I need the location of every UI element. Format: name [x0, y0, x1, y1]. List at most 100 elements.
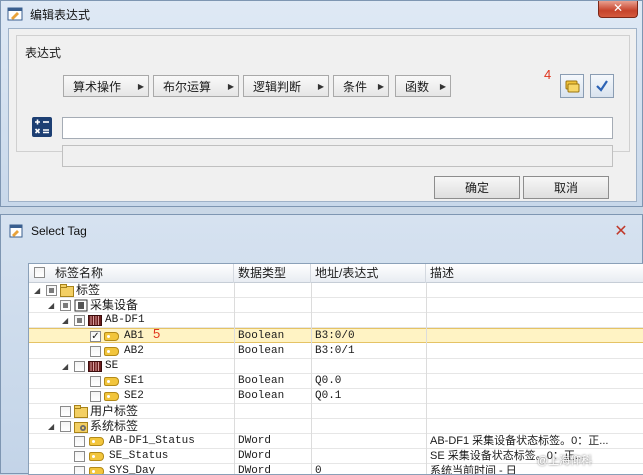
row-description: SE 采集设备状态标签。0：正...	[430, 450, 585, 462]
row-checkbox[interactable]	[74, 315, 85, 326]
expand-arrow-icon[interactable]: ◢	[62, 362, 68, 371]
function-menu-button[interactable]: 函数 ▶	[395, 75, 451, 97]
tag-icon	[89, 452, 104, 461]
row-address: B3:0/0	[315, 330, 355, 342]
row-checkbox[interactable]	[74, 451, 85, 462]
row-description: AB-DF1 采集设备状态标签。0：正...	[430, 435, 609, 447]
edit-expression-dialog: 编辑表达式 ✕ 表达式 算术操作 ▶ 布尔运算 ▶ 逻辑判断 ▶ 条件 ▶ 函数	[0, 0, 643, 207]
column-header-name[interactable]: 标签名称	[29, 264, 234, 283]
condition-menu-button[interactable]: 条件 ▶	[333, 75, 389, 97]
row-name: 系统标签	[90, 419, 139, 433]
expand-arrow-icon[interactable]: ◢	[48, 422, 54, 431]
close-button[interactable]: ✕	[608, 219, 634, 241]
menu-label: 函数	[405, 79, 430, 94]
column-header-type[interactable]: 数据类型	[234, 264, 311, 283]
tree-row-collection-devices[interactable]: ◢ 采集设备	[29, 298, 643, 313]
row-checkbox[interactable]	[90, 376, 101, 387]
arithmetic-menu-button[interactable]: 算术操作 ▶	[63, 75, 149, 97]
row-checkbox[interactable]	[60, 406, 71, 417]
tree-row-ab2[interactable]: AB2 Boolean B3:0/1	[29, 344, 643, 359]
row-type: Boolean	[238, 375, 285, 387]
expression-input[interactable]	[62, 117, 613, 139]
tag-icon	[104, 377, 119, 386]
menu-label: 逻辑判断	[253, 79, 302, 94]
row-type: DWord	[238, 465, 272, 475]
select-tag-button[interactable]	[560, 74, 584, 98]
row-name: SE2	[124, 390, 144, 402]
row-address: Q0.0	[315, 375, 342, 387]
expand-arrow-icon[interactable]: ◢	[48, 301, 54, 310]
row-name: SYS_Day	[109, 465, 156, 475]
row-checkbox[interactable]	[46, 285, 57, 296]
row-type: DWord	[238, 450, 272, 462]
menu-label: 布尔运算	[163, 79, 212, 94]
row-checkbox[interactable]	[60, 300, 71, 311]
row-checkbox-checked[interactable]: ✓	[90, 331, 101, 342]
row-type: Boolean	[238, 390, 285, 402]
row-type: Boolean	[238, 330, 285, 342]
tag-icon	[89, 437, 104, 446]
row-address: B3:0/1	[315, 345, 355, 357]
expand-arrow-icon[interactable]: ◢	[62, 316, 68, 325]
chevron-right-icon: ▶	[377, 82, 384, 91]
row-name: AB-DF1	[105, 314, 145, 326]
row-name: SE_Status	[109, 450, 169, 462]
column-divider	[426, 283, 427, 474]
expression-group: 表达式 算术操作 ▶ 布尔运算 ▶ 逻辑判断 ▶ 条件 ▶ 函数 ▶ 4	[16, 35, 630, 167]
folder-system-icon	[74, 420, 88, 433]
tree-row-ab-df1[interactable]: ◢ AB-DF1	[29, 313, 643, 328]
tree-row-se1[interactable]: SE1 Boolean Q0.0	[29, 374, 643, 389]
expand-arrow-icon[interactable]: ◢	[34, 286, 40, 295]
row-name: 采集设备	[90, 298, 139, 312]
chevron-right-icon: ▶	[227, 82, 234, 91]
tag-icon	[104, 392, 119, 401]
chevron-right-icon: ▶	[439, 82, 446, 91]
check-icon	[596, 80, 608, 92]
row-address: 0	[315, 465, 322, 475]
menu-label: 条件	[343, 79, 368, 94]
tree-row-ab-df1-status[interactable]: AB-DF1_Status DWord AB-DF1 采集设备状态标签。0：正.…	[29, 434, 643, 449]
cancel-button[interactable]: 取消	[523, 176, 609, 199]
row-type: DWord	[238, 435, 272, 447]
row-checkbox[interactable]	[74, 361, 85, 372]
row-checkbox[interactable]	[74, 436, 85, 447]
row-name: AB1	[124, 330, 144, 342]
boolean-menu-button[interactable]: 布尔运算 ▶	[153, 75, 239, 97]
tree-row-se2[interactable]: SE2 Boolean Q0.1	[29, 389, 643, 404]
row-name: AB-DF1_Status	[109, 435, 195, 447]
expression-preview-field	[62, 145, 613, 167]
tree-row-tags-root[interactable]: ◢ 标签	[29, 283, 643, 298]
confirm-check-button[interactable]	[590, 74, 614, 98]
title-bar: Select Tag ✕	[1, 215, 642, 247]
tag-icon	[104, 347, 119, 356]
tree-row-se[interactable]: ◢ SE	[29, 359, 643, 374]
row-checkbox[interactable]	[60, 421, 71, 432]
select-tag-dialog: Select Tag ✕ 标签名称 数据类型 地址/表达式 描述 ◢ 标签 ◢	[0, 214, 643, 475]
logic-menu-button[interactable]: 逻辑判断 ▶	[243, 75, 329, 97]
folder-tag-icon	[74, 405, 88, 418]
ok-button[interactable]: 确定	[434, 176, 520, 199]
device-icon	[74, 299, 88, 312]
close-button[interactable]: ✕	[598, 1, 638, 18]
dialog-body: 表达式 算术操作 ▶ 布尔运算 ▶ 逻辑判断 ▶ 条件 ▶ 函数 ▶ 4 确定 …	[8, 28, 637, 202]
row-name: 标签	[76, 283, 101, 297]
row-checkbox[interactable]	[90, 346, 101, 357]
column-header-address[interactable]: 地址/表达式	[311, 264, 426, 283]
dialog-title: 编辑表达式	[30, 7, 91, 22]
folder-tag-icon	[60, 284, 74, 297]
tag-icon	[104, 332, 119, 341]
select-all-checkbox[interactable]	[34, 267, 45, 278]
group-label: 表达式	[25, 46, 62, 60]
column-divider	[311, 283, 312, 474]
row-type: Boolean	[238, 345, 285, 357]
window-icon	[9, 224, 23, 238]
watermark: @上海仰科	[537, 455, 593, 467]
column-header-description[interactable]: 描述	[426, 264, 643, 283]
tag-select-icon	[565, 80, 580, 93]
tree-row-user-tags[interactable]: 用户标签	[29, 404, 643, 419]
row-name: SE1	[124, 375, 144, 387]
tree-row-ab1[interactable]: ✓ AB1 5 Boolean B3:0/0	[29, 326, 643, 343]
row-checkbox[interactable]	[90, 391, 101, 402]
tree-row-system-tags[interactable]: ◢ 系统标签	[29, 419, 643, 434]
row-name: 用户标签	[90, 404, 139, 418]
